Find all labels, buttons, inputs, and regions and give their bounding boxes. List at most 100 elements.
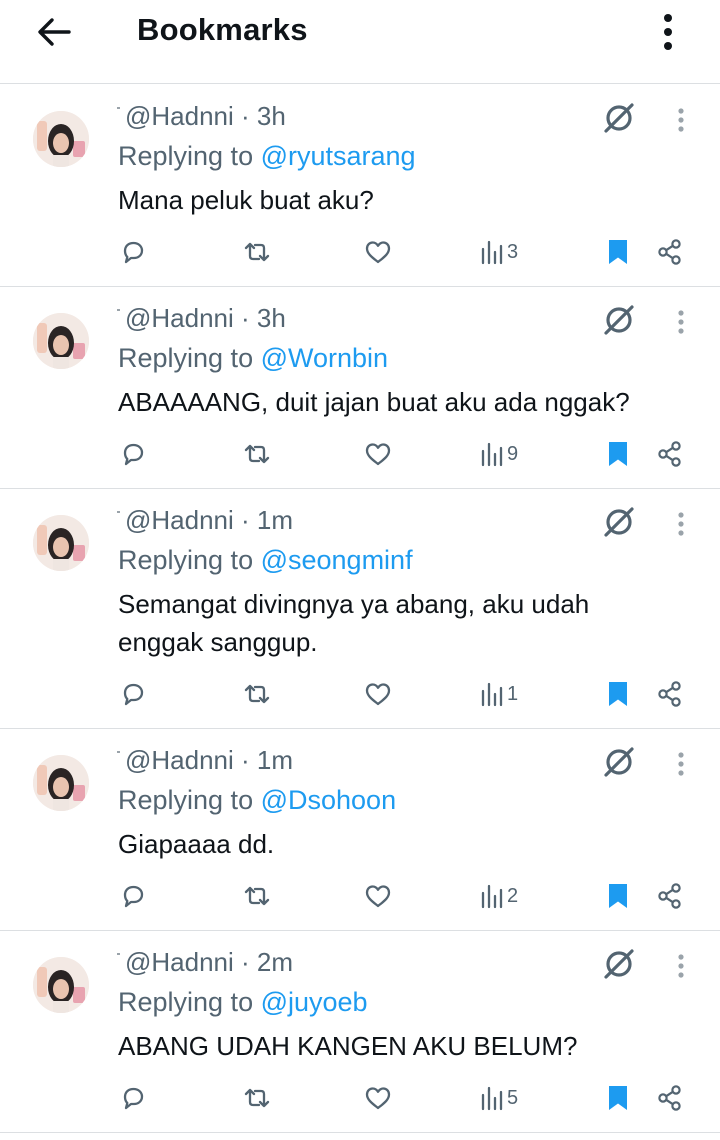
- bookmark-button[interactable]: [604, 234, 632, 270]
- tweet-more-button[interactable]: [666, 949, 696, 983]
- reply-button[interactable]: [116, 234, 150, 270]
- bookmark-button[interactable]: [604, 1080, 632, 1116]
- tweet[interactable]: @Hadnni · 3h Replying to @ryutsarang Mana …: [0, 85, 720, 287]
- tweet[interactable]: @Hadnni · 1m Replying to @Dsohoon Giapaaaa…: [0, 729, 720, 931]
- share-button[interactable]: [654, 1080, 686, 1116]
- action-bar: 2: [0, 878, 720, 914]
- mention-link[interactable]: @Dsohoon: [261, 785, 397, 815]
- mention-link[interactable]: @juyoeb: [261, 987, 368, 1017]
- like-button[interactable]: [362, 878, 394, 914]
- more-vertical-small-icon: [678, 108, 684, 132]
- grok-button[interactable]: [602, 101, 636, 135]
- replying-to-line: Replying to @Dsohoon: [118, 785, 396, 816]
- views-icon: [481, 1086, 503, 1111]
- more-vertical-small-icon: [678, 954, 684, 978]
- grok-icon: [604, 103, 634, 133]
- retweet-button[interactable]: [238, 436, 276, 472]
- grok-button[interactable]: [602, 947, 636, 981]
- share-button[interactable]: [654, 676, 686, 712]
- tweet-meta[interactable]: @Hadnni · 1m: [125, 745, 293, 776]
- views-count: 3: [507, 240, 519, 263]
- tweet-text: Semangat divingnya ya abang, aku udah en…: [118, 589, 590, 657]
- more-vertical-small-icon: [678, 310, 684, 334]
- bookmark-filled-icon: [609, 442, 627, 466]
- mention-link[interactable]: @ryutsarang: [261, 141, 416, 171]
- views-button[interactable]: 2: [480, 878, 540, 914]
- replying-to-line: Replying to @ryutsarang: [118, 141, 416, 172]
- bookmark-button[interactable]: [604, 436, 632, 472]
- tweet-meta[interactable]: @Hadnni · 1m: [125, 505, 293, 536]
- views-button[interactable]: 1: [480, 676, 540, 712]
- like-button[interactable]: [362, 234, 394, 270]
- tweet[interactable]: @Hadnni · 2m Replying to @juyoeb ABANG UDA…: [0, 931, 720, 1133]
- avatar[interactable]: [33, 111, 89, 167]
- reply-button[interactable]: [116, 1080, 150, 1116]
- action-bar: 9: [0, 436, 720, 472]
- tweet-more-button[interactable]: [666, 747, 696, 781]
- tweet-more-button[interactable]: [666, 103, 696, 137]
- share-button[interactable]: [654, 436, 686, 472]
- views-button[interactable]: 3: [480, 234, 540, 270]
- like-button[interactable]: [362, 436, 394, 472]
- retweet-icon: [244, 1088, 270, 1108]
- action-bar: 5: [0, 1080, 720, 1116]
- share-button[interactable]: [654, 878, 686, 914]
- replying-to-label: Replying to: [118, 141, 261, 171]
- tweet-text: Giapaaaa dd.: [118, 829, 275, 859]
- tweet-meta[interactable]: @Hadnni · 2m: [125, 947, 293, 978]
- top-bar: Bookmarks: [0, 0, 720, 84]
- reply-button[interactable]: [116, 878, 150, 914]
- views-icon: [481, 682, 503, 707]
- reply-button[interactable]: [116, 676, 150, 712]
- bookmark-button[interactable]: [604, 878, 632, 914]
- share-icon: [658, 681, 681, 707]
- reply-button[interactable]: [116, 436, 150, 472]
- grok-button[interactable]: [602, 505, 636, 539]
- bookmark-filled-icon: [609, 240, 627, 264]
- action-bar: 3: [0, 234, 720, 270]
- bookmark-button[interactable]: [604, 676, 632, 712]
- tweet-meta[interactable]: @Hadnni · 3h: [125, 101, 286, 132]
- reply-icon: [123, 241, 144, 264]
- retweet-button[interactable]: [238, 878, 276, 914]
- page-title: Bookmarks: [137, 12, 308, 47]
- retweet-button[interactable]: [238, 676, 276, 712]
- share-icon: [658, 441, 681, 467]
- more-options-button[interactable]: [650, 10, 686, 54]
- mention-link[interactable]: @Wornbin: [261, 343, 388, 373]
- tweet[interactable]: @Hadnni · 1m Replying to @seongminf Semang…: [0, 489, 720, 729]
- more-vertical-small-icon: [678, 752, 684, 776]
- avatar[interactable]: [33, 755, 89, 811]
- tweet-more-button[interactable]: [666, 507, 696, 541]
- reply-icon: [123, 443, 144, 466]
- tweet-more-button[interactable]: [666, 305, 696, 339]
- avatar[interactable]: [33, 313, 89, 369]
- tick-mark: [117, 953, 120, 955]
- retweet-button[interactable]: [238, 1080, 276, 1116]
- avatar[interactable]: [33, 957, 89, 1013]
- grok-button[interactable]: [602, 745, 636, 779]
- retweet-icon: [244, 242, 270, 262]
- heart-icon: [365, 885, 391, 908]
- heart-icon: [365, 683, 391, 706]
- avatar[interactable]: [33, 515, 89, 571]
- tweet-meta[interactable]: @Hadnni · 3h: [125, 303, 286, 334]
- arrow-left-icon: [38, 18, 71, 46]
- replying-to-label: Replying to: [118, 785, 261, 815]
- tweet[interactable]: @Hadnni · 3h Replying to @Wornbin ABAAAANG…: [0, 287, 720, 489]
- grok-button[interactable]: [602, 303, 636, 337]
- views-button[interactable]: 9: [480, 436, 540, 472]
- like-button[interactable]: [362, 1080, 394, 1116]
- tick-mark: [117, 107, 120, 109]
- back-button[interactable]: [34, 14, 74, 50]
- mention-link[interactable]: @seongminf: [261, 545, 413, 575]
- views-button[interactable]: 5: [480, 1080, 540, 1116]
- share-icon: [658, 239, 681, 265]
- share-button[interactable]: [654, 234, 686, 270]
- share-icon: [658, 1085, 681, 1111]
- bookmark-filled-icon: [609, 682, 627, 706]
- views-icon: [481, 240, 503, 265]
- like-button[interactable]: [362, 676, 394, 712]
- action-bar: 1: [0, 676, 720, 712]
- retweet-button[interactable]: [238, 234, 276, 270]
